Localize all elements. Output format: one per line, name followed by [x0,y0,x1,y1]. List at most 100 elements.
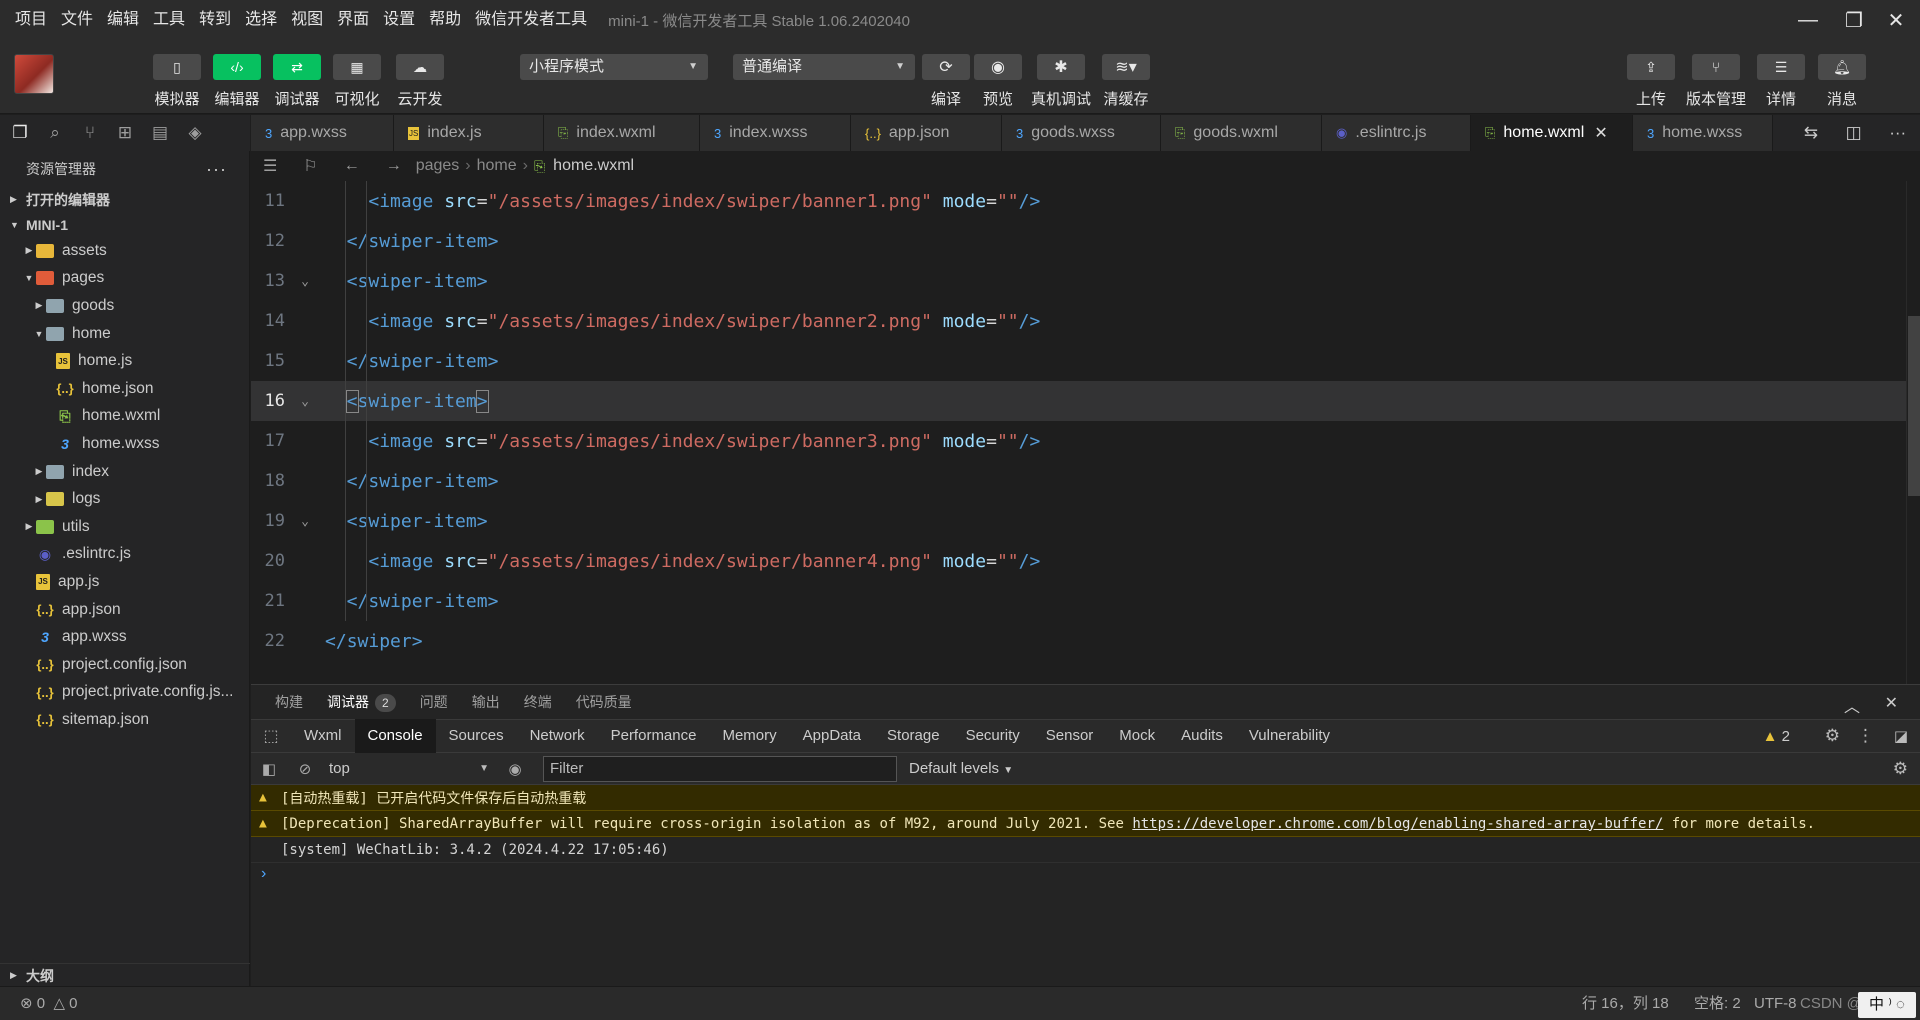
close-window-icon[interactable]: ✕ [1872,0,1920,40]
menu-devtools[interactable]: 微信开发者工具 [468,0,594,40]
devtools-tab[interactable]: Performance [598,719,710,753]
kebab-menu-icon[interactable]: ⋮ [1857,726,1874,746]
fold-chevron-icon[interactable]: ⌄ [285,274,325,289]
code-line[interactable]: 22 </swiper> [251,621,1906,661]
dock-icon[interactable]: ◪ [1894,727,1908,745]
devtools-tab[interactable]: Vulnerability [1236,719,1343,753]
tree-item[interactable]: ▼ home [0,320,249,348]
more-actions-icon[interactable]: ··· [1889,123,1906,143]
back-arrow-icon[interactable]: ← [344,157,360,175]
editor-tab[interactable]: 3 goods.wxss [1002,115,1161,151]
compare-icon[interactable]: ⇆ [1804,123,1818,143]
visual-button[interactable]: ▦ [333,54,381,80]
menu-file[interactable]: 文件 [54,0,100,40]
tree-item[interactable]: JS app.js [0,568,249,596]
search-icon[interactable]: ⌕ [40,118,70,148]
levels-select[interactable]: Default levels ▼ [909,760,1013,777]
devtools-tab[interactable]: Mock [1106,719,1168,753]
source-control-icon[interactable]: ⑂ [75,118,105,148]
tree-item[interactable]: {..} sitemap.json [0,706,249,734]
ime-widget[interactable]: 中 ⁾ ◌ [1858,992,1916,1018]
menu-select[interactable]: 选择 [238,0,284,40]
docker-icon[interactable]: ◈ [180,118,210,148]
tree-item[interactable]: ◉ .eslintrc.js [0,541,249,569]
clear-console-icon[interactable]: ⊘ [287,760,323,778]
encoding[interactable]: UTF-8 [1754,987,1797,1020]
tree-item[interactable]: {..} project.private.config.js... [0,679,249,707]
extensions-icon[interactable]: ⊞ [110,118,140,148]
devtools-tab[interactable]: Security [953,719,1033,753]
devtools-tab[interactable]: AppData [790,719,874,753]
menu-edit[interactable]: 编辑 [100,0,146,40]
more-icon[interactable]: ··· [206,159,227,180]
editor-scrollbar[interactable] [1906,181,1920,684]
editor-tab[interactable]: ⎘ goods.wxml [1161,115,1322,151]
code-editor[interactable]: 11 <image src="/assets/images/index/swipe… [251,181,1920,684]
menu-settings[interactable]: 设置 [376,0,422,40]
tree-item[interactable]: ▼ pages [0,265,249,293]
tree-item[interactable]: ▶ logs [0,485,249,513]
console-prompt[interactable]: › [251,863,1920,885]
tab-build[interactable]: 构建 [275,692,303,712]
code-line[interactable]: 15 </swiper-item> [251,341,1906,381]
devtools-tab[interactable]: Audits [1168,719,1236,753]
tree-item[interactable]: {..} app.json [0,596,249,624]
devtools-tab[interactable]: Console [354,719,436,753]
eye-icon[interactable]: ◉ [497,760,533,778]
forward-arrow-icon[interactable]: → [386,157,402,175]
list-icon[interactable]: ☰ [263,156,277,176]
tree-item[interactable]: JS home.js [0,347,249,375]
menu-view[interactable]: 视图 [284,0,330,40]
warning-indicator[interactable]: ▲ 2 [1763,728,1790,745]
device-debug-button[interactable]: ✱ [1037,54,1085,80]
tab-debugger[interactable]: 调试器 2 [327,692,396,712]
devtools-tab[interactable]: Wxml [291,719,355,753]
debugger-button[interactable]: ⇄ [273,54,321,80]
filter-input[interactable]: Filter [543,755,897,782]
code-line[interactable]: 18 </swiper-item> [251,461,1906,501]
compile-button[interactable]: ⟳ [922,54,970,80]
tab-terminal[interactable]: 终端 [524,692,552,712]
code-line[interactable]: 14 <image src="/assets/images/index/swipe… [251,301,1906,341]
tree-item[interactable]: ▶ index [0,458,249,486]
cursor-position[interactable]: 行 16，列 18 [1582,987,1669,1020]
deprecation-link[interactable]: https://developer.chrome.com/blog/enabli… [1132,816,1663,832]
open-editors-section[interactable]: ▶ 打开的编辑器 [0,187,249,212]
console-settings-icon[interactable]: ⚙ [1893,759,1908,779]
close-panel-icon[interactable]: ✕ [1885,693,1898,713]
clear-cache-button[interactable]: ≋▾ [1102,54,1150,80]
code-line[interactable]: 13 ⌄ <swiper-item> [251,261,1906,301]
avatar[interactable] [14,54,54,94]
tree-item[interactable]: ▶ goods [0,292,249,320]
devtools-tab[interactable]: Sources [436,719,517,753]
explorer-icon[interactable]: ❐ [5,118,35,148]
editor-tab[interactable]: 3 app.wxss [251,115,394,151]
details-button[interactable]: ☰ [1757,54,1805,80]
minimize-icon[interactable]: — [1784,0,1832,40]
close-tab-icon[interactable]: ✕ [1594,123,1607,143]
mode-select[interactable]: 小程序模式 ▼ [520,54,708,80]
code-line[interactable]: 11 <image src="/assets/images/index/swipe… [251,181,1906,221]
devtools-tab[interactable]: Storage [874,719,953,753]
breadcrumb-home[interactable]: home [477,157,517,175]
chevron-up-icon[interactable]: ︿ [1844,693,1860,717]
bookmark-icon[interactable]: ⚐ [303,156,317,176]
version-button[interactable]: ⑂ [1692,54,1740,80]
editor-tab[interactable]: ⎘ home.wxml ✕ [1471,115,1633,151]
editor-tab[interactable]: ⎘ index.wxml [544,115,700,151]
breadcrumb-pages[interactable]: pages [416,157,460,175]
editor-tab[interactable]: {..} app.json [851,115,1002,151]
editor-tab[interactable]: 3 index.wxss [700,115,851,151]
code-line[interactable]: 20 <image src="/assets/images/index/swipe… [251,541,1906,581]
sidebar-toggle-icon[interactable]: ◧ [251,760,287,778]
split-editor-icon[interactable]: ◫ [1846,123,1862,143]
tree-item[interactable]: 3 app.wxss [0,623,249,651]
breadcrumb-file[interactable]: home.wxml [553,157,634,175]
menu-tools[interactable]: 工具 [146,0,192,40]
tree-item[interactable]: {..} home.json [0,375,249,403]
menu-project[interactable]: 项目 [8,0,54,40]
tab-problems[interactable]: 问题 [420,692,448,712]
devtools-tab[interactable]: Network [517,719,598,753]
maximize-icon[interactable]: ❐ [1830,0,1878,40]
fold-chevron-icon[interactable]: ⌄ [285,394,325,409]
